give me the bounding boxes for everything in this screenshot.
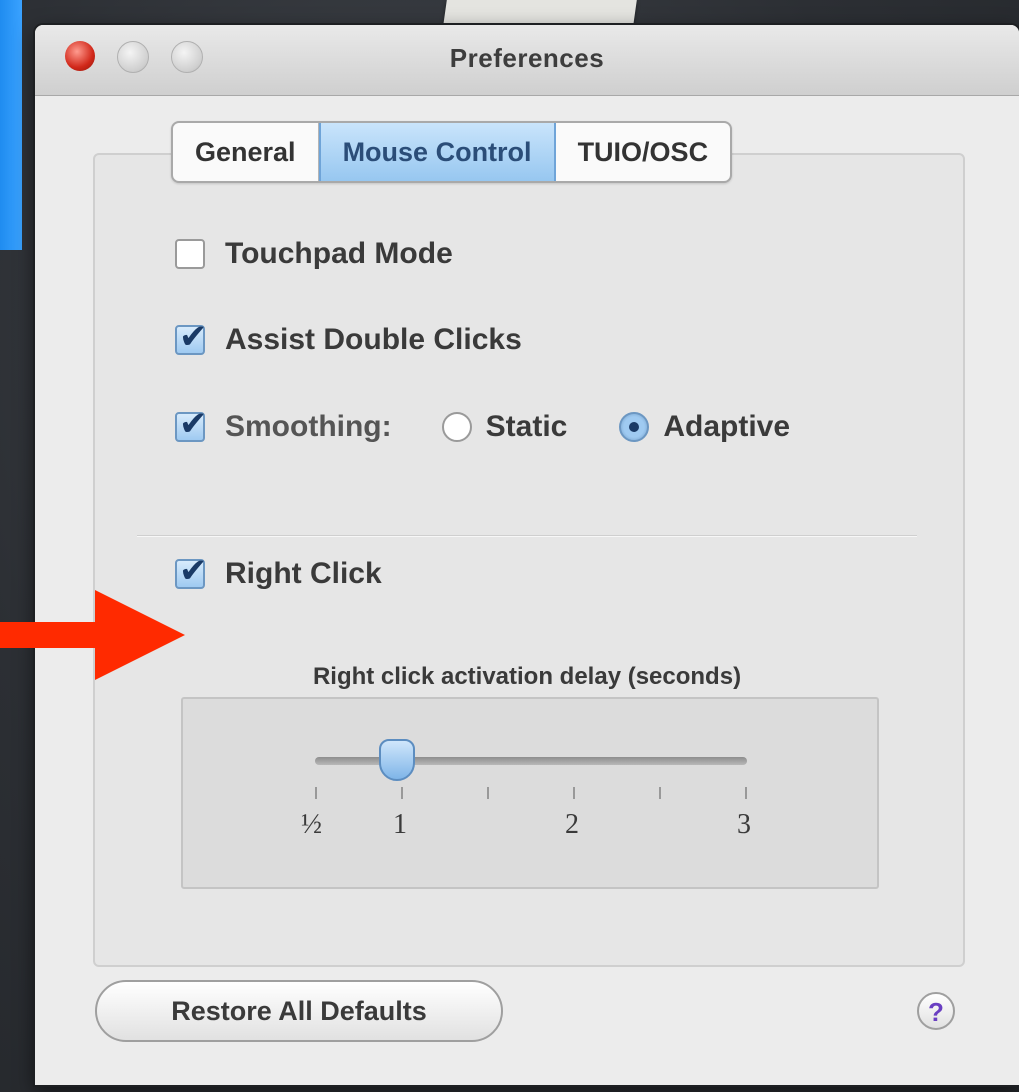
tab-mouse-control[interactable]: Mouse Control [318,123,556,181]
red-arrow-head [95,590,185,680]
desktop-blue-strip [0,0,22,250]
tick-label-half: ½ [301,809,322,840]
help-button[interactable]: ? [917,992,955,1030]
delay-slider-knob[interactable] [379,739,415,781]
desktop-paper-note [443,0,637,26]
slider-tick [659,787,661,799]
tab-tuio-osc[interactable]: TUIO/OSC [556,123,731,181]
restore-defaults-button[interactable]: Restore All Defaults [95,980,503,1042]
adaptive-radio-label: Adaptive [663,410,791,443]
slider-tick [315,787,317,799]
smoothing-label: Smoothing: [225,410,392,443]
adaptive-radio[interactable] [619,412,650,442]
assist-double-clicks-checkbox[interactable] [175,317,208,357]
tick-label-3: 3 [737,809,751,840]
slider-tick [487,787,489,799]
touchpad-mode-label: Touchpad Mode [225,237,453,270]
tab-general[interactable]: General [173,123,319,181]
right-click-checkbox[interactable] [175,551,208,591]
static-radio-label: Static [485,410,568,443]
tick-label-1: 1 [393,809,407,840]
assist-double-clicks-label: Assist Double Clicks [225,323,522,356]
touchpad-mode-checkbox[interactable] [175,239,205,269]
tab-bar: General Mouse Control TUIO/OSC [171,121,733,183]
static-radio[interactable] [441,412,472,442]
tick-label-2: 2 [565,809,579,840]
touchpad-mode-row: Touchpad Mode [175,237,453,271]
right-click-label: Right Click [225,557,382,590]
slider-tick [401,787,403,799]
smoothing-checkbox[interactable] [175,404,208,444]
title-bar[interactable]: Preferences [35,25,1019,96]
right-click-row: Right Click [175,551,382,591]
delay-slider-panel: ½ 1 2 3 [181,697,879,889]
red-arrow-shaft [0,622,110,648]
preferences-window: Preferences General Mouse Control TUIO/O… [35,25,1019,1085]
slider-tick [573,787,575,799]
section-divider [137,535,917,537]
window-title: Preferences [449,43,605,73]
smoothing-row: Smoothing: Static Adaptive [175,404,791,444]
assist-double-clicks-row: Assist Double Clicks [175,317,522,357]
slider-tick [745,787,747,799]
red-arrow-icon [0,590,185,680]
